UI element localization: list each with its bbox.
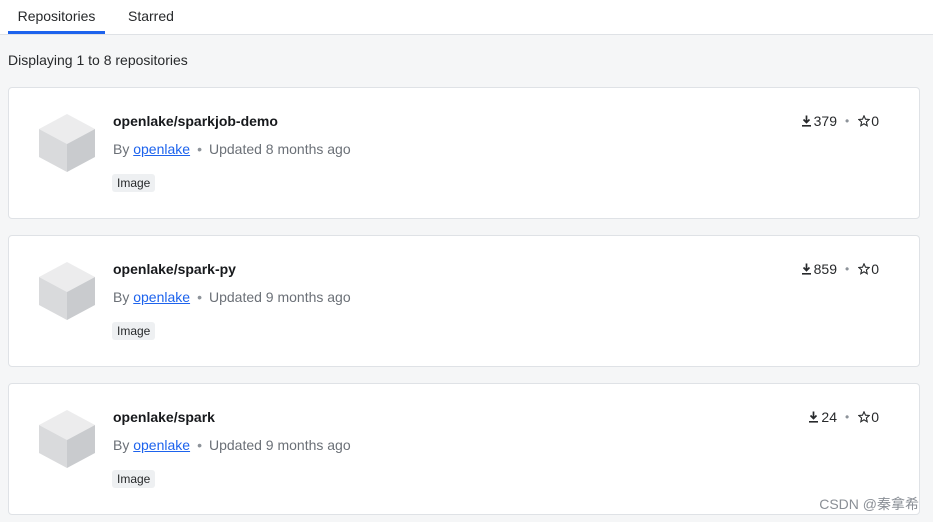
star-count: 0 [871,409,879,425]
type-badge: Image [112,174,156,192]
star-icon [858,411,871,423]
separator-dot: • [197,141,202,157]
type-badge: Image [112,322,156,340]
owner-link[interactable]: openlake [133,141,190,157]
separator-dot: • [197,289,202,305]
by-label: By [113,289,130,305]
repository-name-link[interactable]: openlake/spark-py [113,261,236,277]
download-icon [801,115,811,127]
owner-link[interactable]: openlake [133,437,190,453]
owner-link[interactable]: openlake [133,289,190,305]
separator-dot: • [845,410,850,424]
repository-stats: 379 • 0 [801,113,879,129]
star-icon [858,263,871,275]
repository-stats: 24 • 0 [808,409,879,425]
results-count: Displaying 1 to 8 repositories [8,52,188,68]
repository-meta: By openlake • Updated 8 months ago [113,141,351,157]
download-icon [809,411,819,423]
tab-starred[interactable]: Starred [128,0,176,34]
type-badge: Image [112,470,156,488]
star-icon [858,115,871,127]
repository-name-link[interactable]: openlake/sparkjob-demo [113,113,278,129]
download-icon [801,263,811,275]
separator-dot: • [845,114,850,128]
by-label: By [113,437,130,453]
download-count: 24 [821,409,837,425]
repository-list: openlake/sparkjob-demo By openlake • Updat… [8,87,920,522]
cube-icon [39,262,95,320]
star-count: 0 [871,113,879,129]
by-label: By [113,141,130,157]
star-count: 0 [871,261,879,277]
watermark: CSDN @秦拿希 [819,496,919,512]
separator-dot: • [197,437,202,453]
repository-stats: 859 • 0 [801,261,879,277]
repository-card[interactable]: openlake/spark By openlake • Updated 9 mon… [8,383,920,515]
separator-dot: • [845,262,850,276]
repository-name-link[interactable]: openlake/spark [113,409,215,425]
updated-text: Updated 9 months ago [208,437,351,453]
cube-icon [39,114,95,172]
cube-icon [39,410,95,468]
updated-text: Updated 9 months ago [208,289,351,305]
repository-meta: By openlake • Updated 9 months ago [113,437,351,453]
repository-meta: By openlake • Updated 9 months ago [113,289,351,305]
repository-card[interactable]: openlake/spark-py By openlake • Updated 9 … [8,235,920,367]
download-count: 859 [813,261,837,277]
updated-text: Updated 8 months ago [208,141,351,157]
tab-bar: Repositories Starred [0,0,933,35]
tab-repositories[interactable]: Repositories [8,0,105,34]
download-count: 379 [813,113,837,129]
repository-card[interactable]: openlake/sparkjob-demo By openlake • Updat… [8,87,920,219]
